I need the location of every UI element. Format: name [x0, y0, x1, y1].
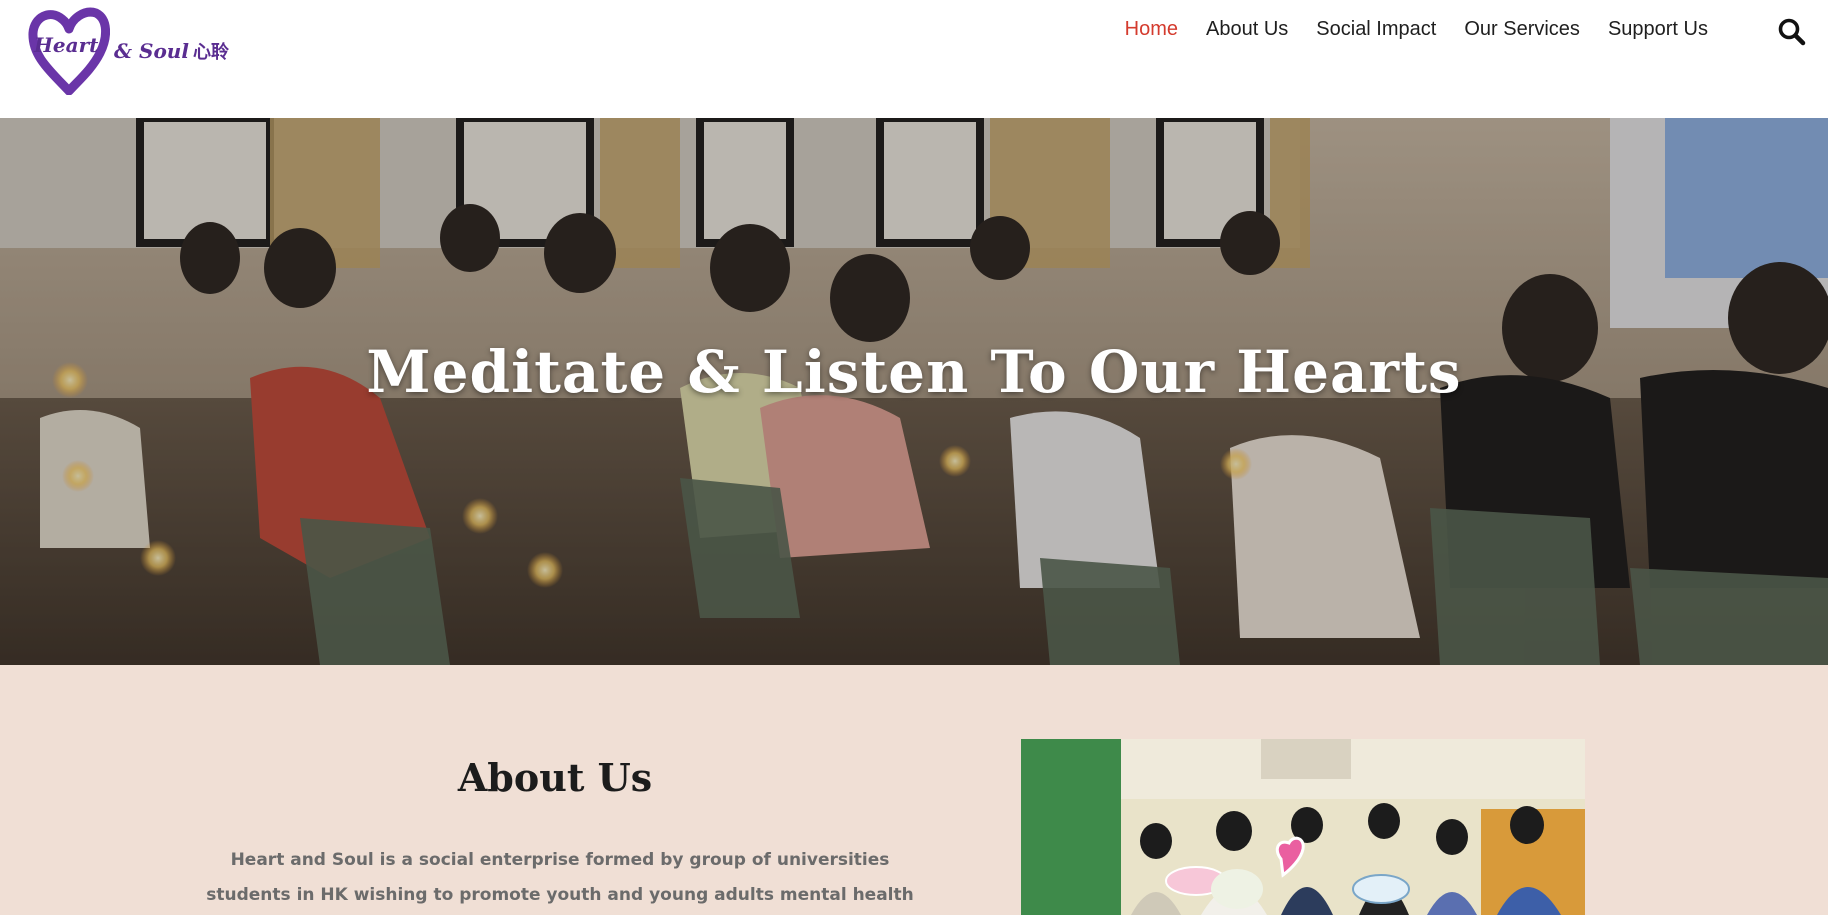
- nav-support-us[interactable]: Support Us: [1594, 14, 1722, 45]
- site-logo[interactable]: Heart & Soul 心聆: [28, 6, 229, 96]
- nav-our-services[interactable]: Our Services: [1450, 14, 1594, 45]
- nav-home[interactable]: Home: [1111, 14, 1192, 45]
- search-icon[interactable]: [1776, 16, 1808, 48]
- about-section: About Us Heart and Soul is a social ente…: [0, 665, 1828, 915]
- site-header: Heart & Soul 心聆 Home About Us Social Impa…: [0, 0, 1828, 118]
- nav-about-us[interactable]: About Us: [1192, 14, 1302, 45]
- about-heading: About Us: [457, 755, 653, 800]
- about-description: Heart and Soul is a social enterprise fo…: [206, 850, 914, 905]
- logo-text: & Soul 心聆: [114, 38, 229, 64]
- logo-soul-text: & Soul: [114, 39, 189, 63]
- nav-social-impact[interactable]: Social Impact: [1302, 14, 1450, 45]
- logo-heart-text: Heart: [34, 33, 99, 57]
- main-nav: Home About Us Social Impact Our Services…: [1111, 14, 1722, 45]
- about-photo: [1021, 739, 1585, 915]
- hero-title: Meditate & Listen To Our Hearts: [366, 338, 1462, 406]
- heart-logo-icon: Heart: [28, 7, 110, 96]
- hero-banner: Meditate & Listen To Our Hearts: [0, 118, 1828, 665]
- logo-cjk-text: 心聆: [192, 42, 229, 63]
